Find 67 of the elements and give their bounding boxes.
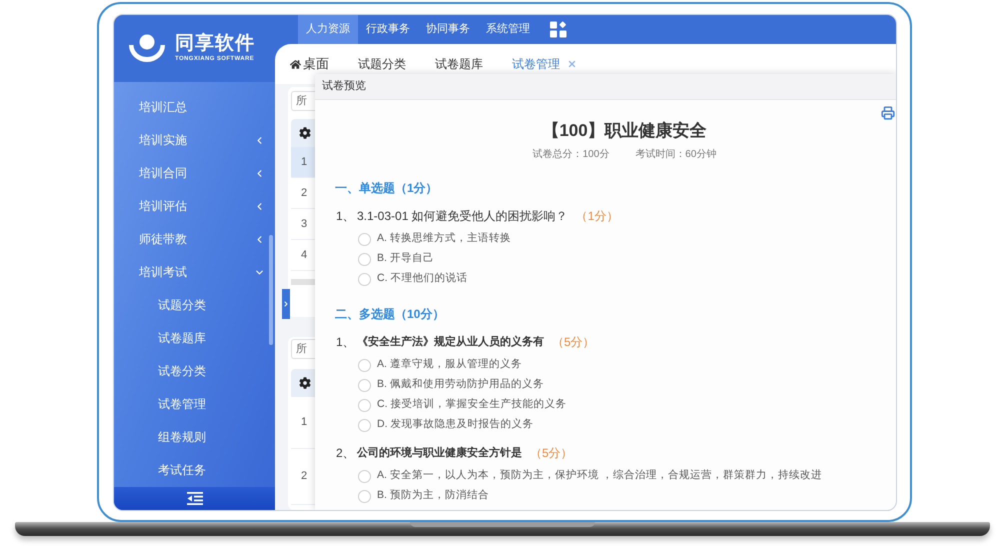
menu-fold-icon[interactable] [186,492,202,505]
sidebar-item[interactable]: 培训考试 [114,256,275,289]
radio-button[interactable] [358,232,371,246]
radio-button[interactable] [358,490,371,502]
radio-button[interactable] [358,418,371,432]
top-nav-tab[interactable]: 人力资源 [298,15,358,44]
option-text: B. 开导自己 [377,251,434,266]
page-tab[interactable]: 桌面 [290,54,329,74]
option-text: B. 预防为主，防消结合 [377,488,489,504]
logo-icon [128,32,166,64]
home-icon [290,58,301,70]
gear-icon[interactable] [299,127,311,139]
chevron-right-icon [282,300,290,308]
exam-time: 考试时间：60分钟 [635,148,716,162]
sidebar-subitem[interactable]: 考试任务 [114,454,275,487]
section-heading: 二、多选题（10分） [335,306,444,323]
radio-button[interactable] [358,398,371,412]
page-tab[interactable]: 试题分类 [358,55,406,73]
sidebar-subitem[interactable]: 试题分类 [114,288,275,322]
sidebar-item[interactable]: 师徒带教 [114,222,275,256]
sidebar-item[interactable]: 培训合同 [114,156,275,190]
paper-title: 【100】职业健康安全 [542,120,707,142]
option-text: A. 遵章守规，服从管理的义务 [377,357,522,372]
page-tab[interactable]: 试卷管理 [512,55,577,73]
sidebar-subitem[interactable]: 试卷管理 [114,388,275,421]
question-text: 《安全生产法》规定从业人员的义务有 [357,334,544,350]
question-text: 3.1-03-01 如何避免受他人的困扰影响？ [357,208,568,225]
question-score: （5分） [552,334,595,351]
option-text: B. 佩戴和使用劳动防护用品的义务 [377,377,544,392]
question-score: （1分） [576,208,618,225]
question-number: 1、 [335,334,356,351]
question-number: 2、 [335,445,356,462]
logo-name: 同享软件 [175,33,255,56]
sidebar-subitem[interactable]: 试卷题库 [114,322,275,355]
option-text: A. 转换思维方式，主语转换 [377,231,511,246]
question-score: （5分） [530,445,573,462]
sidebar-scrollbar[interactable] [269,234,273,345]
sidebar-subitem[interactable]: 组卷规则 [114,420,275,454]
option-text: D. 发现事故隐患及时报告的义务 [377,417,534,432]
option-text: C. 接受培训，掌握安全生产技能的义务 [377,397,566,412]
radio-button[interactable] [358,470,371,482]
top-nav-tab[interactable]: 协同事务 [418,15,478,44]
top-nav-tab[interactable]: 系统管理 [478,15,538,44]
sidebar-item[interactable]: 培训汇总 [114,90,275,124]
horizontal-scrollbar[interactable] [291,279,315,285]
total-score: 试卷总分：100分 [532,148,610,162]
printer-icon[interactable] [881,106,895,120]
apps-icon[interactable] [550,21,567,38]
question-number: 1、 [335,208,356,225]
radio-button[interactable] [358,358,371,372]
sidebar-subitem[interactable]: 试卷分类 [114,354,275,388]
radio-button[interactable] [358,252,371,266]
radio-button[interactable] [358,378,371,392]
expand-toggle-button[interactable] [282,289,290,319]
section-heading: 一、单选题（1分） [335,180,438,197]
top-nav-tab[interactable]: 行政事务 [358,15,418,44]
row-number-cell[interactable]: 1 [291,147,315,178]
sidebar-item[interactable]: 培训评估 [114,190,275,223]
radio-button[interactable] [358,272,371,286]
page-tab[interactable]: 试卷题库 [435,55,483,73]
option-text: C. 不理他们的说话 [377,271,468,286]
question-text: 公司的环境与职业健康安全方针是 [357,446,522,461]
close-icon[interactable] [567,59,577,69]
gear-icon[interactable] [299,377,311,389]
sidebar-item[interactable]: 培训实施 [114,124,275,157]
option-text: A. 安全第一，以人为本，预防为主，保护环境 ，综合治理，合规运营，群策群力，持续改进 [377,468,822,484]
dialog-title: 试卷预览 [322,79,366,94]
